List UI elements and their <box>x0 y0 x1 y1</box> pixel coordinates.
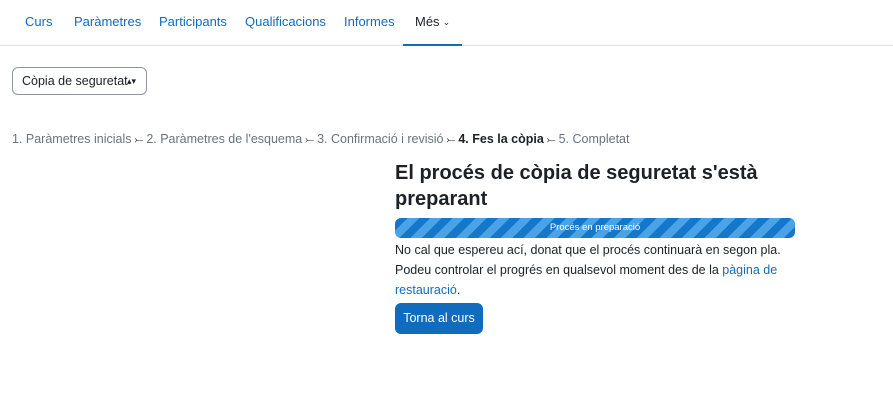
select-arrows-icon: ▴▾ <box>126 76 136 86</box>
tab-grades[interactable]: Qualificacions <box>245 0 326 46</box>
return-to-course-button[interactable]: Torna al curs <box>395 303 483 334</box>
step-separator-icon: ⤚ <box>446 134 456 146</box>
progress-bar: Procés en preparació <box>395 218 795 238</box>
tab-course[interactable]: Curs <box>25 0 52 46</box>
backup-progress-steps: 1. Paràmetres inicials ⤚ 2. Paràmetres de … <box>12 130 629 148</box>
step-5: 5. Completat <box>558 132 630 146</box>
step-3: 3. Confirmació i revisió <box>317 132 444 146</box>
backup-action-select[interactable]: Còpia de seguretat ▴▾ <box>12 67 147 95</box>
step-separator-icon: ⤚ <box>546 134 556 146</box>
tab-more-label: Més <box>415 14 440 29</box>
tab-settings[interactable]: Paràmetres <box>74 0 141 46</box>
secondary-navigation: Curs Paràmetres Participants Qualificaci… <box>0 0 893 46</box>
step-4-current: 4. Fes la còpia <box>458 132 544 146</box>
progress-bar-label: Procés en preparació <box>549 222 641 233</box>
page-heading: El procés de còpia de seguretat s'està p… <box>395 162 758 210</box>
step-2: 2. Paràmetres de l'esquema <box>146 132 303 146</box>
backup-status-panel: El procés de còpia de seguretat s'està p… <box>395 160 795 334</box>
step-separator-icon: ⤚ <box>134 134 144 146</box>
background-process-message: No cal que espereu ací, donat que el pro… <box>395 240 795 300</box>
step-separator-icon: ⤚ <box>305 134 315 146</box>
message-end: . <box>456 283 461 297</box>
chevron-down-icon: ⌄ <box>442 17 451 27</box>
tab-reports[interactable]: Informes <box>344 0 395 46</box>
tab-participants[interactable]: Participants <box>159 0 227 46</box>
step-1: 1. Paràmetres inicials <box>12 132 132 146</box>
backup-action-select-value: Còpia de seguretat <box>22 74 128 88</box>
tab-more[interactable]: Més ⌄ <box>403 0 462 46</box>
